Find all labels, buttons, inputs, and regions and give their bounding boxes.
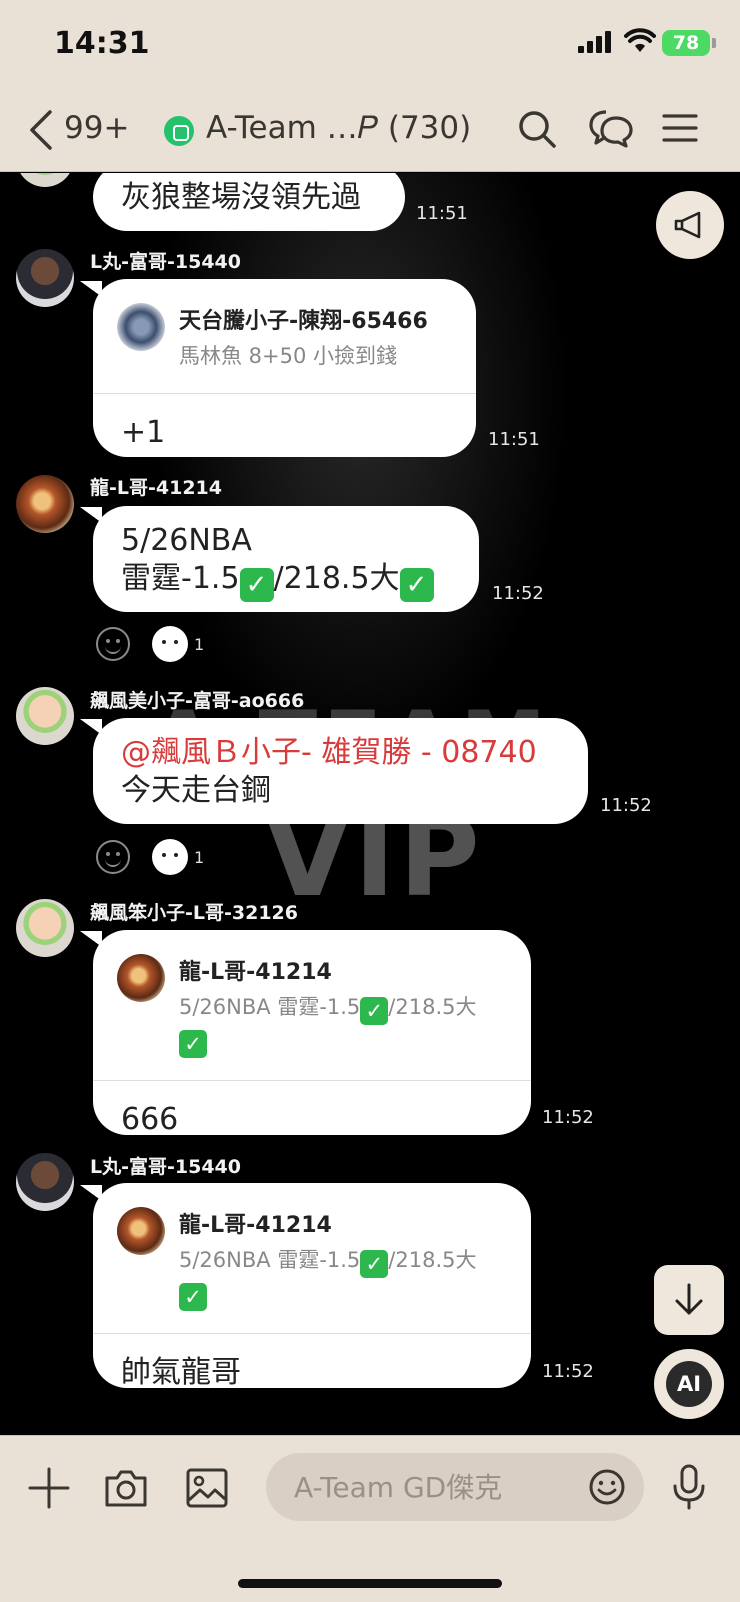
reply-snippet: 5/26NBA 雷霆-1.5 ✓/218.5大 ✓ — [179, 995, 477, 1058]
message-time: 11:51 — [488, 429, 540, 450]
bottom-input-bar — [0, 1435, 740, 1602]
message-bubble[interactable]: @飆風Ｂ小子- 雄賀勝 - 08740 今天走台鋼 — [93, 718, 588, 824]
message-bubble[interactable]: 5/26NBA 雷霆-1.5 ✓/218.5大 ✓ — [93, 506, 479, 612]
check-mark-icon: ✓ — [239, 568, 274, 602]
reply-snippet: 5/26NBA 雷霆-1.5 ✓/218.5大 ✓ — [179, 1248, 477, 1311]
message-time: 11:52 — [542, 1361, 594, 1382]
message-text: 灰狼整場沒領先過 — [121, 180, 361, 215]
add-reaction-icon[interactable] — [96, 627, 130, 661]
wifi-icon — [624, 28, 656, 52]
battery-nub — [712, 38, 716, 48]
reply-quote[interactable]: 龍-L哥-41214 5/26NBA 雷霆-1.5 ✓/218.5大 ✓ — [93, 1183, 531, 1334]
check-mark-icon: ✓ — [179, 1030, 207, 1058]
message-text: 今天走台鋼 — [121, 773, 271, 808]
reaction-emoji-icon[interactable] — [152, 626, 188, 662]
check-mark-icon: ✓ — [360, 997, 389, 1025]
avatar[interactable] — [16, 687, 74, 745]
sender-name: L丸-富哥-15440 — [90, 251, 241, 273]
unread-count[interactable]: 99+ — [64, 110, 129, 146]
arrow-down-icon — [675, 1283, 703, 1315]
reply-quote[interactable]: 天台騰小子-陳翔-65466 馬林魚 8+50 小撿到錢 — [93, 279, 476, 394]
reaction-count: 1 — [194, 635, 205, 654]
sender-name: 龍-L哥-41214 — [90, 477, 222, 499]
reaction-emoji-icon[interactable] — [152, 839, 188, 875]
top-bar: 14:31 78 99+ A-Team …𝑃 (730) — [0, 0, 740, 172]
mention-text[interactable]: @飆風Ｂ小子- 雄賀勝 - 08740 — [121, 734, 560, 772]
avatar[interactable] — [16, 899, 74, 957]
reply-avatar — [117, 303, 165, 351]
message-time: 11:52 — [492, 583, 544, 604]
search-icon[interactable] — [516, 108, 558, 150]
check-mark-icon: ✓ — [399, 568, 434, 602]
sender-name: L丸-富哥-15440 — [90, 1156, 241, 1178]
message-text-line2: 雷霆-1.5 ✓/218.5大 ✓ — [121, 560, 451, 602]
check-mark-icon: ✓ — [360, 1250, 389, 1278]
reply-sender: 龍-L哥-41214 — [179, 960, 332, 985]
message-text: +1 — [121, 415, 166, 450]
message-text: 666 — [121, 1102, 179, 1135]
add-reaction-icon[interactable] — [96, 840, 130, 874]
megaphone-icon — [674, 211, 701, 239]
message-time: 11:52 — [542, 1107, 594, 1128]
message-bubble[interactable]: 龍-L哥-41214 5/26NBA 雷霆-1.5 ✓/218.5大 ✓ 帥氣龍哥 — [93, 1183, 531, 1388]
reply-sender: 天台騰小子-陳翔-65466 — [179, 309, 428, 334]
reply-snippet: 馬林魚 8+50 小撿到錢 — [179, 344, 398, 368]
ai-assistant-button[interactable]: AI — [654, 1349, 724, 1419]
message-time: 11:51 — [416, 203, 468, 224]
message-bubble[interactable]: 龍-L哥-41214 5/26NBA 雷霆-1.5 ✓/218.5大 ✓ 666 — [93, 930, 531, 1135]
chat-bubbles-icon[interactable] — [588, 108, 634, 150]
avatar[interactable] — [16, 1153, 74, 1211]
check-mark-icon: ✓ — [179, 1283, 207, 1311]
avatar[interactable] — [16, 173, 74, 187]
battery-indicator: 78 — [662, 30, 710, 56]
reply-sender: 龍-L哥-41214 — [179, 1213, 332, 1238]
message-input-wrapper — [266, 1453, 644, 1521]
avatar[interactable] — [16, 475, 74, 533]
sender-name: 飆風美小子-富哥-ao666 — [90, 690, 305, 712]
reply-avatar — [117, 954, 165, 1002]
ai-button-label: AI — [666, 1361, 712, 1407]
menu-icon[interactable] — [662, 108, 698, 148]
home-indicator — [238, 1579, 502, 1588]
message-bubble[interactable]: 灰狼整場沒領先過 — [93, 173, 405, 231]
reaction-count: 1 — [194, 848, 205, 867]
announcement-button[interactable] — [656, 191, 724, 259]
message-bubble[interactable]: 天台騰小子-陳翔-65466 馬林魚 8+50 小撿到錢 +1 — [93, 279, 476, 457]
message-text: 帥氣龍哥 — [121, 1355, 241, 1388]
camera-icon[interactable] — [104, 1468, 148, 1508]
message-input[interactable] — [294, 1467, 564, 1507]
message-text-line1: 5/26NBA — [121, 523, 252, 558]
reply-quote[interactable]: 龍-L哥-41214 5/26NBA 雷霆-1.5 ✓/218.5大 ✓ — [93, 930, 531, 1081]
plus-icon[interactable] — [28, 1467, 70, 1509]
online-status-icon — [164, 116, 194, 146]
reply-avatar — [117, 1207, 165, 1255]
sender-name: 飆風笨小子-L哥-32126 — [90, 902, 298, 924]
chat-area[interactable]: A TEAM VIP 灰狼整場沒領先過 11:51 L丸-富哥-15440 天台… — [0, 173, 740, 1435]
status-time: 14:31 — [54, 26, 150, 61]
chat-title[interactable]: A-Team …𝑃 (730) — [206, 110, 471, 147]
avatar[interactable] — [16, 249, 74, 307]
cellular-signal-icon — [578, 31, 611, 53]
back-chevron-icon[interactable] — [28, 110, 54, 150]
emoji-icon[interactable] — [588, 1468, 626, 1506]
microphone-icon[interactable] — [672, 1464, 706, 1510]
image-icon[interactable] — [186, 1468, 228, 1508]
scroll-to-bottom-button[interactable] — [654, 1265, 724, 1335]
message-time: 11:52 — [600, 795, 652, 816]
